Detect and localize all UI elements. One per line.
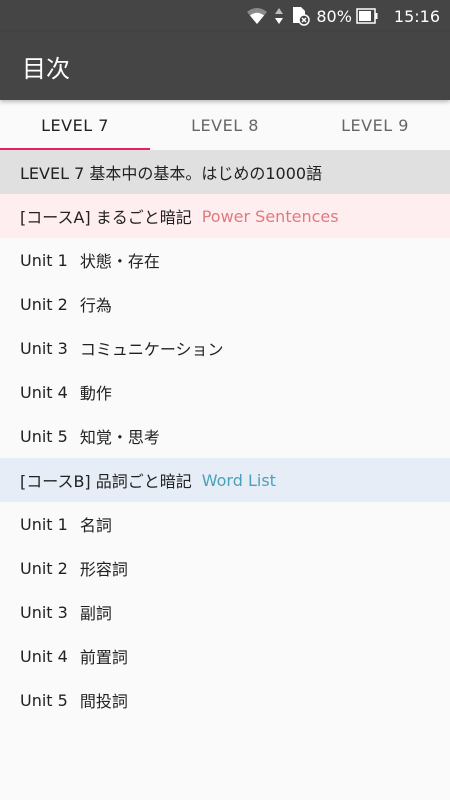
unit-number: Unit 4 [20,646,68,666]
unit-number: Unit 5 [20,690,68,710]
sd-card-error-icon [290,6,311,26]
unit-number: Unit 1 [20,250,68,270]
course-b-unit-4[interactable]: Unit 4 前置詞 [0,634,450,678]
wifi-icon [246,7,268,25]
course-a-unit-2[interactable]: Unit 2 行為 [0,282,450,326]
course-a-sublabel: Power Sentences [201,206,339,226]
course-b-unit-5[interactable]: Unit 5 間投詞 [0,678,450,722]
unit-number: Unit 1 [20,514,68,534]
battery-icon [356,8,378,24]
unit-number: Unit 3 [20,338,68,358]
unit-title: コミュニケーション [79,340,224,359]
data-transfer-icon [274,7,284,25]
unit-title: 動作 [79,384,112,403]
level-header: LEVEL 7 基本中の基本。はじめの1000語 [0,150,450,194]
unit-title: 前置詞 [79,648,128,667]
unit-title: 知覚・思考 [79,428,160,447]
course-a-unit-3[interactable]: Unit 3 コミュニケーション [0,326,450,370]
level-header-label: LEVEL 7 基本中の基本。はじめの1000語 [20,164,323,183]
clock: 15:16 [393,6,440,26]
course-b-unit-3[interactable]: Unit 3 副詞 [0,590,450,634]
unit-title: 名詞 [79,516,112,535]
unit-title: 副詞 [79,604,112,623]
course-b-label: [コースB] 品詞ごと暗記 [20,472,192,491]
unit-number: Unit 2 [20,558,68,578]
course-b-sublabel: Word List [201,470,276,490]
unit-title: 行為 [79,296,112,315]
course-b-header: [コースB] 品詞ごと暗記 Word List [0,458,450,502]
course-a-header: [コースA] まるごと暗記 Power Sentences [0,194,450,238]
status-bar: 80% 15:16 [0,0,450,32]
course-a-unit-5[interactable]: Unit 5 知覚・思考 [0,414,450,458]
course-a-label: [コースA] まるごと暗記 [20,208,192,227]
unit-title: 形容詞 [79,560,128,579]
app-bar: 目次 [0,32,450,100]
level-tabs: LEVEL 7 LEVEL 8 LEVEL 9 [0,100,450,150]
unit-number: Unit 5 [20,426,68,446]
battery-percent: 80% [316,6,352,26]
unit-number: Unit 2 [20,294,68,314]
course-a-unit-4[interactable]: Unit 4 動作 [0,370,450,414]
tab-level-7[interactable]: LEVEL 7 [0,100,150,150]
unit-number: Unit 3 [20,602,68,622]
unit-number: Unit 4 [20,382,68,402]
tab-level-9[interactable]: LEVEL 9 [300,100,450,150]
tab-level-8[interactable]: LEVEL 8 [150,100,300,150]
contents-list: LEVEL 7 基本中の基本。はじめの1000語 [コースA] まるごと暗記 P… [0,150,450,722]
course-b-unit-2[interactable]: Unit 2 形容詞 [0,546,450,590]
unit-title: 間投詞 [79,692,128,711]
unit-title: 状態・存在 [79,252,160,271]
course-b-unit-1[interactable]: Unit 1 名詞 [0,502,450,546]
course-a-unit-1[interactable]: Unit 1 状態・存在 [0,238,450,282]
page-title: 目次 [22,54,70,83]
